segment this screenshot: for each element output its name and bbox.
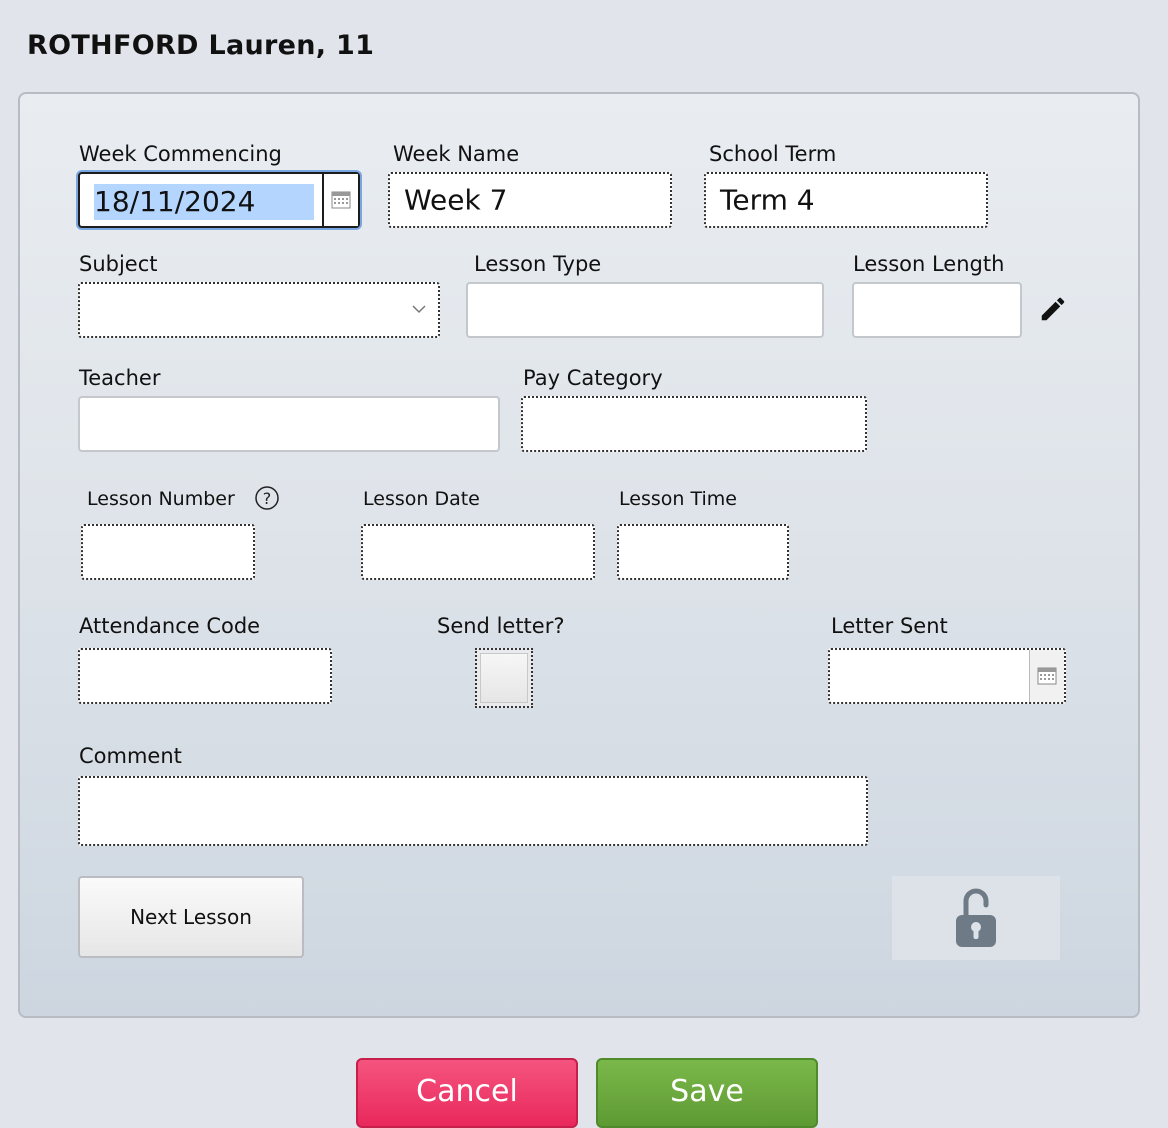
comment-label: Comment	[79, 744, 182, 768]
week-name-field[interactable]: Week 7	[388, 172, 672, 228]
week-commencing-value: 18/11/2024	[94, 184, 314, 220]
week-name-label: Week Name	[393, 142, 520, 166]
cancel-button[interactable]: Cancel	[356, 1058, 578, 1128]
attendance-code-label: Attendance Code	[79, 614, 261, 638]
lesson-length-field[interactable]	[852, 282, 1022, 338]
week-commencing-label: Week Commencing	[79, 142, 282, 166]
comment-field[interactable]	[78, 776, 868, 846]
lesson-length-label: Lesson Length	[853, 252, 1005, 276]
save-button[interactable]: Save	[596, 1058, 818, 1128]
lesson-date-field[interactable]	[361, 524, 595, 580]
svg-text:?: ?	[263, 489, 272, 508]
lesson-date-label: Lesson Date	[363, 488, 480, 510]
week-commencing-field[interactable]: 18/11/2024	[78, 172, 360, 228]
send-letter-checkbox[interactable]	[475, 648, 533, 708]
lesson-type-label: Lesson Type	[474, 252, 602, 276]
pencil-icon[interactable]	[1038, 294, 1068, 324]
lesson-time-label: Lesson Time	[619, 488, 737, 510]
lesson-number-field[interactable]	[81, 524, 255, 580]
attendance-code-field[interactable]	[78, 648, 332, 704]
pay-category-field[interactable]	[521, 396, 867, 452]
lesson-time-field[interactable]	[617, 524, 789, 580]
letter-sent-label: Letter Sent	[831, 614, 948, 638]
unlocked-padlock-icon	[956, 888, 996, 947]
letter-sent-field[interactable]	[828, 648, 1066, 704]
subject-select[interactable]	[78, 282, 440, 338]
week-name-value: Week 7	[404, 183, 508, 217]
next-lesson-button[interactable]: Next Lesson	[78, 876, 304, 958]
teacher-label: Teacher	[79, 366, 161, 390]
calendar-icon[interactable]	[322, 174, 358, 226]
school-term-field[interactable]: Term 4	[704, 172, 988, 228]
school-term-label: School Term	[709, 142, 837, 166]
calendar-icon[interactable]	[1029, 650, 1064, 702]
lesson-type-field[interactable]	[466, 282, 824, 338]
lesson-form-panel: Week Commencing 18/11/2024 Week Name Wee…	[18, 92, 1140, 1018]
school-term-value: Term 4	[720, 183, 815, 217]
subject-label: Subject	[79, 252, 158, 276]
pay-category-label: Pay Category	[523, 366, 663, 390]
record-title: ROTHFORD Lauren, 11	[27, 30, 375, 61]
send-letter-label: Send letter?	[437, 614, 565, 638]
lesson-number-label: Lesson Number	[87, 488, 235, 510]
lock-toggle[interactable]	[892, 876, 1060, 960]
teacher-field[interactable]	[78, 396, 500, 452]
question-icon[interactable]: ?	[254, 485, 280, 511]
chevron-down-icon	[412, 305, 426, 314]
